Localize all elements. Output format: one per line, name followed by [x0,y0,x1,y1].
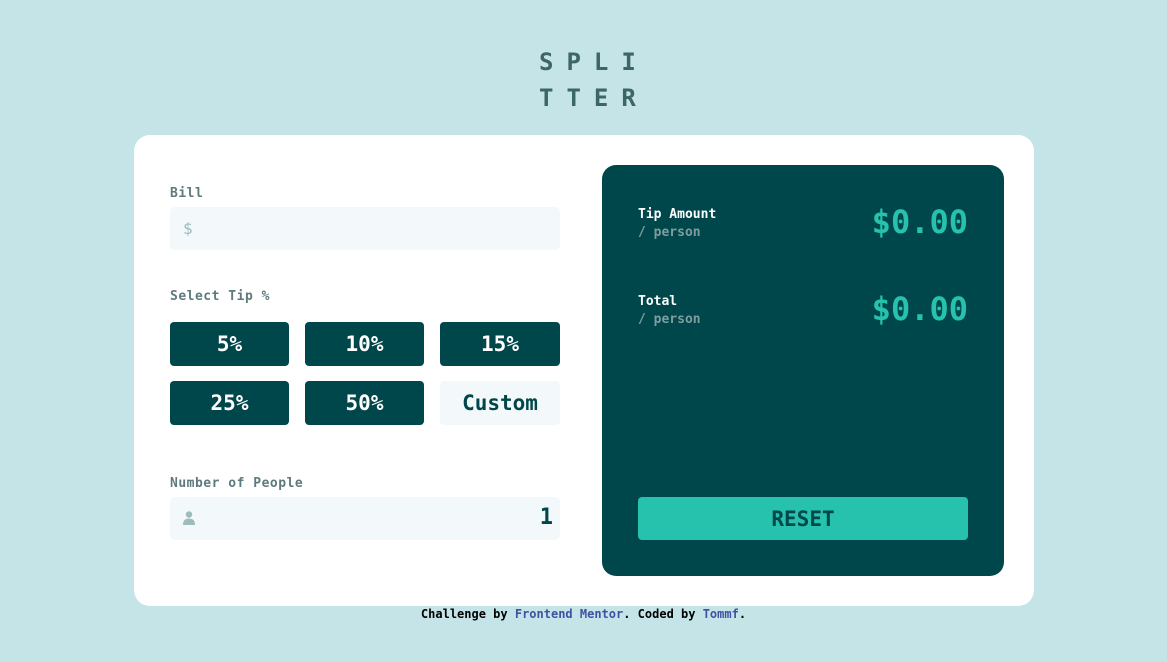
tip-amount-label: Tip Amount [638,207,717,222]
custom-tip-input[interactable]: Custom [440,381,560,425]
footer-prefix: Challenge by [420,607,515,621]
people-value: 1 [539,505,553,530]
page: SPLI TTER Bill $ Select Tip % 5% 10% 15%… [0,0,1167,662]
reset-button[interactable]: RESET [638,497,968,540]
tip-5-button[interactable]: 5% [170,322,289,366]
people-input[interactable]: 1 [170,497,560,540]
bill-input[interactable]: $ [170,207,560,250]
splitter-logo: SPLI TTER [539,44,649,116]
logo-line-2: TTER [539,84,649,112]
result-panel: Tip Amount / person $0.00 Total / person… [602,165,1004,576]
people-label: Number of People [170,476,304,491]
tip-amount-value: $0.00 [871,203,968,241]
footer-suffix: . [738,607,747,621]
logo-line-1: SPLI [539,48,649,76]
author-link[interactable]: Tommf [703,607,739,621]
total-value: $0.00 [871,290,968,328]
total-per-person: / person [638,312,701,327]
tip-15-button[interactable]: 15% [440,322,560,366]
dollar-icon: $ [183,219,193,238]
bill-label: Bill [170,186,204,201]
select-tip-label: Select Tip % [170,289,270,304]
tip-50-button[interactable]: 50% [305,381,424,425]
tip-25-button[interactable]: 25% [170,381,289,425]
person-icon [183,510,195,529]
tip-10-button[interactable]: 10% [305,322,424,366]
tip-amount-per-person: / person [638,225,701,240]
frontend-mentor-link[interactable]: Frontend Mentor [515,607,623,621]
calculator-card: Bill $ Select Tip % 5% 10% 15% 25% 50% C… [134,135,1034,606]
attribution-footer: Challenge by Frontend Mentor. Coded by T… [0,606,1167,622]
total-label: Total [638,294,678,309]
footer-middle: . Coded by [623,607,703,621]
